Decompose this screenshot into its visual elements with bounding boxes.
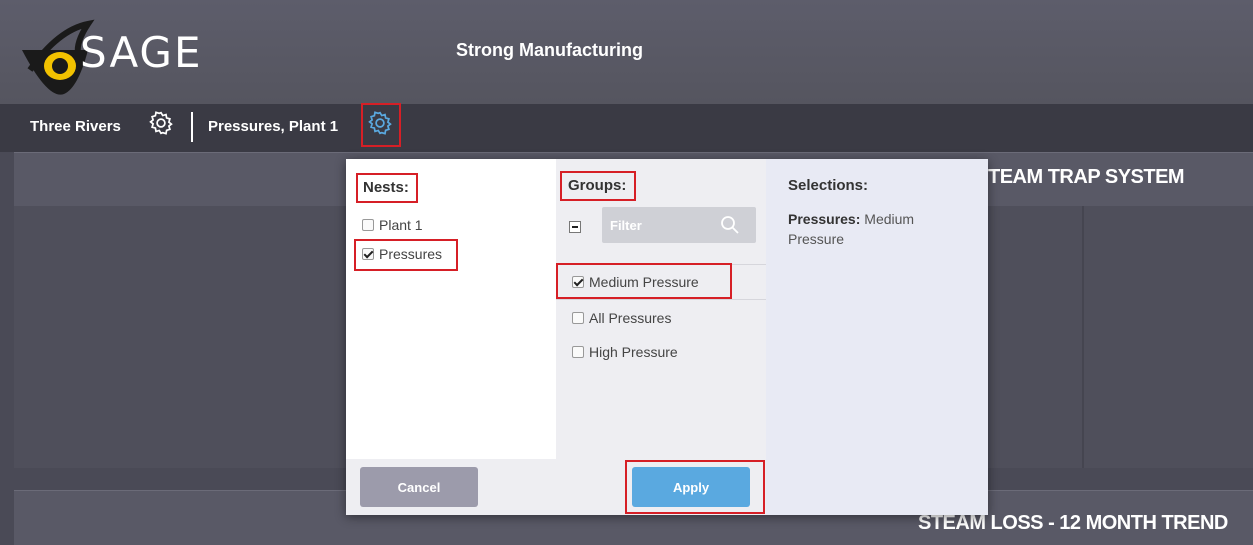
group-item-high-pressure[interactable]: High Pressure [572, 344, 678, 360]
checkbox[interactable] [362, 219, 374, 231]
highlight-pressures [354, 239, 458, 271]
breadcrumb: Three Rivers [0, 104, 1253, 152]
group-item-all-pressures[interactable]: All Pressures [572, 310, 671, 326]
highlight-gear [361, 103, 401, 147]
collapse-all-icon[interactable] [569, 221, 581, 233]
divider [556, 299, 766, 300]
panel-title: TEAM TRAP SYSTEM [988, 166, 1185, 188]
highlight-groups [560, 171, 636, 201]
groups-column [556, 159, 766, 459]
group-item-label: All Pressures [589, 310, 672, 326]
nest-item-label: Plant 1 [379, 217, 423, 233]
nests-column [346, 159, 556, 459]
company-name: Strong Manufacturing [456, 40, 643, 60]
selection-key: Pressures: [788, 211, 861, 227]
panel-title-2: STEAM LOSS - 12 MONTH TREND [918, 512, 1228, 534]
breadcrumb-item-three-rivers[interactable]: Three Rivers [30, 118, 121, 135]
cancel-button[interactable]: Cancel [360, 467, 478, 507]
breadcrumb-item-pressures-plant-1[interactable]: Pressures, Plant 1 [208, 118, 338, 135]
group-item-label: High Pressure [589, 344, 678, 360]
gear-icon[interactable] [148, 110, 174, 136]
filter-input[interactable] [602, 207, 722, 243]
filter-dialog: Nests: Plant 1 Pressures Groups: Medium … [346, 159, 988, 515]
highlight-medium-pressure [556, 263, 732, 299]
selections-title: Selections: [788, 177, 869, 194]
app-header: SAGE Strong Manufacturing [0, 0, 1253, 104]
checkbox[interactable] [572, 346, 584, 358]
nest-item-plant-1[interactable]: Plant 1 [362, 217, 423, 233]
highlight-nests [356, 173, 418, 203]
checkbox[interactable] [572, 312, 584, 324]
selection-summary: Pressures: Medium Pressure [788, 209, 958, 249]
breadcrumb-divider [191, 112, 193, 142]
search-icon[interactable] [720, 215, 740, 235]
logo-text: SAGE [80, 28, 203, 77]
highlight-apply [625, 460, 765, 514]
panel-divider [1082, 206, 1084, 468]
